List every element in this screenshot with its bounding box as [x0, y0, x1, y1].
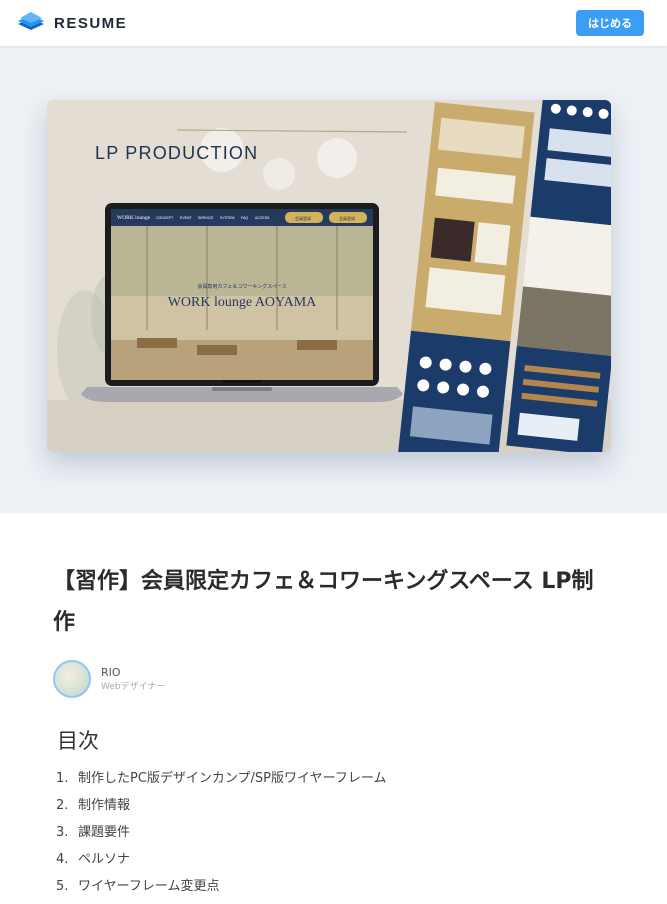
author-role: Webデザイナー: [101, 681, 166, 692]
article-section: 【習作】会員限定カフェ＆コワーキングスペース LP制作 RIO Webデザイナー…: [0, 513, 667, 901]
brand-link[interactable]: RESUME: [16, 10, 127, 36]
toc-link[interactable]: ペルソナ: [78, 850, 130, 877]
resume-logo-icon: [18, 12, 44, 30]
hero-image: LP PRODUCTION WORK lounge CONCEPT EVENT …: [47, 100, 611, 452]
laptop-btn-1: 会員登録: [295, 215, 311, 221]
laptop-btn-2: 会員登録: [339, 215, 355, 221]
site-header: RESUME はじめる: [0, 0, 667, 46]
brand-name: RESUME: [54, 14, 128, 32]
laptop-nav-5: FAQ: [241, 216, 248, 220]
avatar[interactable]: [53, 660, 91, 698]
laptop-nav-3: SERVICE: [198, 216, 214, 220]
page-title: 【習作】会員限定カフェ＆コワーキングスペース LP制作: [53, 569, 594, 635]
mockup-heading: LP PRODUCTION: [95, 143, 258, 163]
toc-heading: 目次: [57, 729, 99, 753]
toc-link[interactable]: ワイヤーフレーム変更点: [78, 877, 219, 904]
toc-item[interactable]: 2. 制作情報: [56, 796, 386, 823]
toc-link[interactable]: 課題要件: [78, 823, 130, 850]
laptop-logo: WORK lounge: [117, 215, 151, 221]
laptop-nav-2: EVENT: [180, 216, 193, 220]
toc-link[interactable]: 制作情報: [78, 796, 130, 823]
toc-number: 1.: [56, 771, 69, 786]
start-button[interactable]: はじめる: [576, 10, 644, 36]
laptop-tagline: 会員専用カフェ＆コワーキングスペース: [197, 283, 286, 290]
hero-section: LP PRODUCTION WORK lounge CONCEPT EVENT …: [0, 46, 667, 513]
toc-number: 5.: [56, 879, 69, 894]
toc-number: 3.: [56, 825, 69, 840]
table-of-contents: 1. 制作したPC版デザインカンプ/SP版ワイヤーフレーム 2. 制作情報 3.…: [56, 769, 386, 904]
laptop-title: WORK lounge AOYAMA: [168, 295, 317, 310]
toc-item[interactable]: 1. 制作したPC版デザインカンプ/SP版ワイヤーフレーム: [56, 769, 386, 796]
lp-mockup-illustration: LP PRODUCTION WORK lounge CONCEPT EVENT …: [47, 100, 611, 452]
toc-number: 4.: [56, 852, 69, 867]
laptop-nav-1: CONCEPT: [156, 216, 174, 220]
toc-item[interactable]: 5. ワイヤーフレーム変更点: [56, 877, 386, 904]
author-card[interactable]: RIO Webデザイナー: [53, 660, 165, 698]
toc-number: 2.: [56, 798, 69, 813]
toc-item[interactable]: 4. ペルソナ: [56, 850, 386, 877]
toc-item[interactable]: 3. 課題要件: [56, 823, 386, 850]
laptop-nav-4: SYSTEM: [220, 216, 234, 220]
author-name[interactable]: RIO: [101, 665, 165, 680]
laptop-nav-6: ACCESS: [255, 216, 270, 220]
toc-link[interactable]: 制作したPC版デザインカンプ/SP版ワイヤーフレーム: [78, 769, 386, 796]
